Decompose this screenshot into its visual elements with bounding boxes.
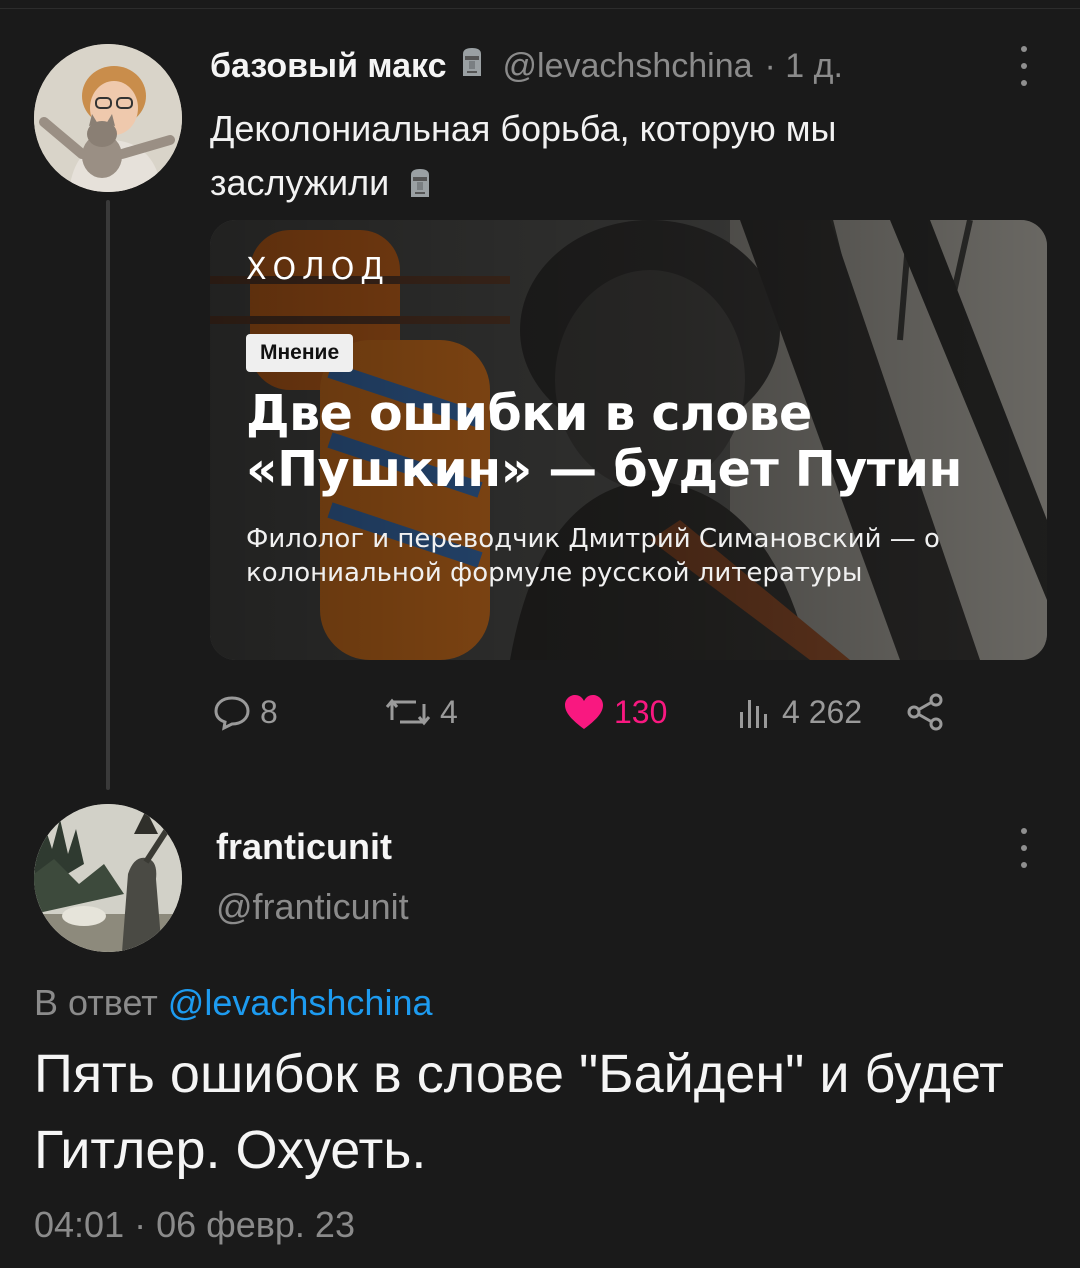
retweet-button[interactable]: 4 — [384, 690, 458, 734]
author-handle[interactable]: @levachshchina — [503, 47, 753, 86]
top-divider — [0, 8, 1080, 9]
author-name[interactable]: базовый макс — [210, 47, 447, 86]
reply-author-avatar[interactable] — [34, 804, 182, 952]
moai-icon — [459, 46, 485, 87]
moai-icon — [407, 160, 433, 214]
reply-to-prefix: В ответ — [34, 982, 158, 1023]
like-button[interactable]: 130 — [562, 690, 667, 734]
author-avatar[interactable] — [34, 44, 182, 192]
parent-tweet-text-body: Деколониальная борьба, которую мы заслуж… — [210, 108, 837, 203]
link-preview-card[interactable]: ХОЛОД Мнение Две ошибки в слове «Пушкин»… — [210, 220, 1047, 660]
tweet-age[interactable]: · 1 д. — [765, 47, 843, 86]
card-tag: Мнение — [246, 334, 354, 372]
reply-author-name[interactable]: franticunit — [216, 826, 392, 868]
views-button[interactable]: 4 262 — [734, 690, 862, 734]
card-brand: ХОЛОД — [246, 252, 390, 287]
card-headline: Две ошибки в слове «Пушкин» — будет Пути… — [246, 385, 962, 498]
heart-icon — [565, 695, 603, 729]
view-count: 4 262 — [782, 693, 863, 730]
reply-to-mention[interactable]: @levachshchina — [168, 982, 433, 1023]
reply-button[interactable]: 8 — [212, 690, 278, 734]
parent-tweet-text: Деколониальная борьба, которую мы заслуж… — [210, 102, 990, 214]
more-options-icon[interactable] — [1014, 828, 1034, 868]
reply-icon — [214, 696, 250, 731]
reply-author-handle[interactable]: @franticunit — [216, 886, 409, 928]
retweet-count: 4 — [440, 693, 458, 730]
reply-context: В ответ @levachshchina — [34, 982, 433, 1024]
like-count: 130 — [614, 693, 668, 730]
share-button[interactable] — [906, 690, 946, 734]
reply-tweet-text: Пять ошибок в слове "Байден" и будет Гит… — [34, 1044, 1004, 1180]
reply-count: 8 — [260, 693, 278, 730]
tweet-timestamp[interactable]: 04:01 · 06 февр. 23 — [34, 1204, 355, 1246]
analytics-icon — [740, 700, 767, 728]
thread-connector-line — [106, 200, 110, 790]
more-options-icon[interactable] — [1014, 46, 1034, 86]
parent-tweet-header: базовый макс @levachshchina · 1 д. — [210, 46, 843, 87]
share-icon — [907, 693, 943, 731]
card-subheadline: Филолог и переводчик Дмитрий Симановский… — [246, 524, 940, 588]
retweet-icon — [385, 698, 431, 726]
